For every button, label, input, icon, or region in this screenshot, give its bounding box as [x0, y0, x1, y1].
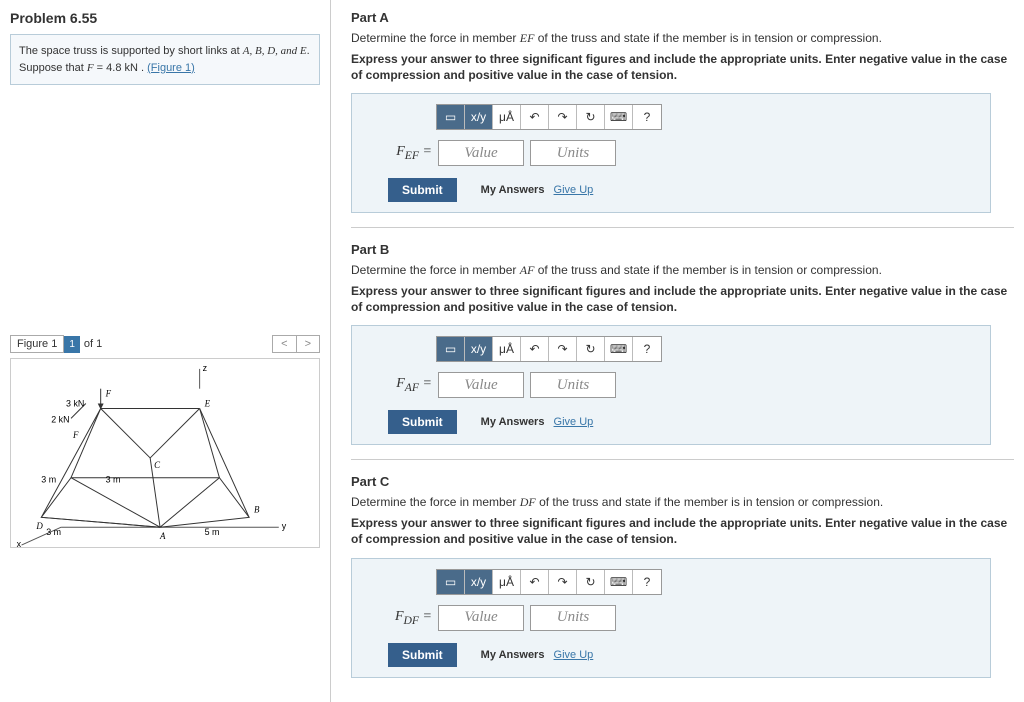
undo-icon[interactable]: ↶: [521, 570, 549, 594]
part-a-description: Determine the force in member EF of the …: [351, 31, 1014, 46]
template-icon[interactable]: ▭: [437, 337, 465, 361]
my-answers-label: My Answers: [481, 649, 545, 661]
svg-text:A: A: [159, 531, 166, 541]
part-a-submit-button[interactable]: Submit: [388, 178, 457, 202]
template-icon[interactable]: ▭: [437, 105, 465, 129]
svg-text:3 kN: 3 kN: [66, 398, 84, 408]
part-b-value-input[interactable]: Value: [438, 372, 524, 398]
units-icon[interactable]: μÅ: [493, 105, 521, 129]
part-a-toolbar: ▭ x/y μÅ ↶ ↷ ↻ ⌨ ?: [436, 104, 662, 130]
part-b-submit-button[interactable]: Submit: [388, 410, 457, 434]
redo-icon[interactable]: ↷: [549, 337, 577, 361]
part-a-value-input[interactable]: Value: [438, 140, 524, 166]
figure-label: Figure 1: [10, 335, 64, 353]
reset-icon[interactable]: ↻: [577, 570, 605, 594]
part-c-toolbar: ▭ x/y μÅ ↶ ↷ ↻ ⌨ ?: [436, 569, 662, 595]
svg-text:x: x: [17, 539, 22, 547]
units-icon[interactable]: μÅ: [493, 337, 521, 361]
part-c-units-input[interactable]: Units: [530, 605, 616, 631]
part-a-title: Part A: [351, 10, 1014, 25]
svg-text:C: C: [154, 460, 161, 470]
part-b-giveup-link[interactable]: Give Up: [554, 416, 594, 428]
svg-text:F: F: [105, 389, 112, 399]
part-b: Part B Determine the force in member AF …: [351, 242, 1014, 445]
suppose-val: = 4.8 kN .: [94, 62, 148, 74]
figure-link[interactable]: (Figure 1): [147, 62, 195, 74]
part-c-giveup-link[interactable]: Give Up: [554, 649, 594, 661]
keyboard-icon[interactable]: ⌨: [605, 570, 633, 594]
part-c-instructions: Express your answer to three significant…: [351, 516, 1014, 547]
template-icon[interactable]: ▭: [437, 570, 465, 594]
separator: [351, 459, 1014, 460]
part-b-var-label: FAF =: [388, 376, 432, 394]
svg-text:y: y: [282, 521, 287, 531]
svg-text:3 m: 3 m: [106, 475, 121, 485]
problem-statement-box: The space truss is supported by short li…: [10, 34, 320, 85]
svg-text:D: D: [35, 521, 43, 531]
part-c-description: Determine the force in member DF of the …: [351, 495, 1014, 510]
figure-next-button[interactable]: >: [296, 336, 319, 352]
svg-text:F: F: [72, 430, 79, 440]
suppose-pre: Suppose that: [19, 62, 87, 74]
part-c-value-input[interactable]: Value: [438, 605, 524, 631]
units-icon[interactable]: μÅ: [493, 570, 521, 594]
svg-text:B: B: [254, 504, 260, 514]
keyboard-icon[interactable]: ⌨: [605, 105, 633, 129]
undo-icon[interactable]: ↶: [521, 105, 549, 129]
svg-text:5 m: 5 m: [205, 527, 220, 537]
my-answers-label: My Answers: [481, 416, 545, 428]
part-b-units-input[interactable]: Units: [530, 372, 616, 398]
figure-count: of 1: [80, 336, 106, 352]
reset-icon[interactable]: ↻: [577, 105, 605, 129]
svg-text:3 m: 3 m: [41, 475, 56, 485]
figure-prev-button[interactable]: <: [273, 336, 295, 352]
figure-toolbar: Figure 1 1 of 1 < >: [10, 335, 320, 353]
problem-title: Problem 6.55: [10, 10, 320, 26]
problem-statement-pre: The space truss is supported by short li…: [19, 45, 243, 57]
fraction-icon[interactable]: x/y: [465, 337, 493, 361]
reset-icon[interactable]: ↻: [577, 337, 605, 361]
part-a-giveup-link[interactable]: Give Up: [554, 184, 594, 196]
part-b-title: Part B: [351, 242, 1014, 257]
part-c: Part C Determine the force in member DF …: [351, 474, 1014, 677]
part-c-title: Part C: [351, 474, 1014, 489]
part-b-description: Determine the force in member AF of the …: [351, 263, 1014, 278]
problem-statement-post: .: [307, 45, 310, 57]
part-c-var-label: FDF =: [388, 609, 432, 627]
svg-text:3 m: 3 m: [46, 527, 61, 537]
redo-icon[interactable]: ↷: [549, 570, 577, 594]
part-a: Part A Determine the force in member EF …: [351, 10, 1014, 213]
suppose-var: F: [87, 62, 94, 74]
help-icon[interactable]: ?: [633, 337, 661, 361]
keyboard-icon[interactable]: ⌨: [605, 337, 633, 361]
fraction-icon[interactable]: x/y: [465, 105, 493, 129]
problem-statement-points: A, B, D, and E: [243, 45, 307, 57]
part-a-units-input[interactable]: Units: [530, 140, 616, 166]
part-a-answer-box: ▭ x/y μÅ ↶ ↷ ↻ ⌨ ? FEF = Value Units Sub…: [351, 93, 991, 213]
separator: [351, 227, 1014, 228]
help-icon[interactable]: ?: [633, 570, 661, 594]
part-a-instructions: Express your answer to three significant…: [351, 52, 1014, 83]
fraction-icon[interactable]: x/y: [465, 570, 493, 594]
part-c-answer-box: ▭ x/y μÅ ↶ ↷ ↻ ⌨ ? FDF = Value Units Sub…: [351, 558, 991, 678]
redo-icon[interactable]: ↷: [549, 105, 577, 129]
help-icon[interactable]: ?: [633, 105, 661, 129]
part-a-var-label: FEF =: [388, 144, 432, 162]
part-b-instructions: Express your answer to three significant…: [351, 284, 1014, 315]
figure-selector[interactable]: 1: [64, 336, 80, 353]
part-b-toolbar: ▭ x/y μÅ ↶ ↷ ↻ ⌨ ?: [436, 336, 662, 362]
svg-text:2 kN: 2 kN: [51, 414, 69, 424]
part-b-answer-box: ▭ x/y μÅ ↶ ↷ ↻ ⌨ ? FAF = Value Units Sub…: [351, 325, 991, 445]
part-c-submit-button[interactable]: Submit: [388, 643, 457, 667]
undo-icon[interactable]: ↶: [521, 337, 549, 361]
figure-image: x y z: [10, 358, 320, 548]
svg-text:z: z: [203, 363, 207, 373]
my-answers-label: My Answers: [481, 184, 545, 196]
svg-text:E: E: [204, 398, 211, 408]
